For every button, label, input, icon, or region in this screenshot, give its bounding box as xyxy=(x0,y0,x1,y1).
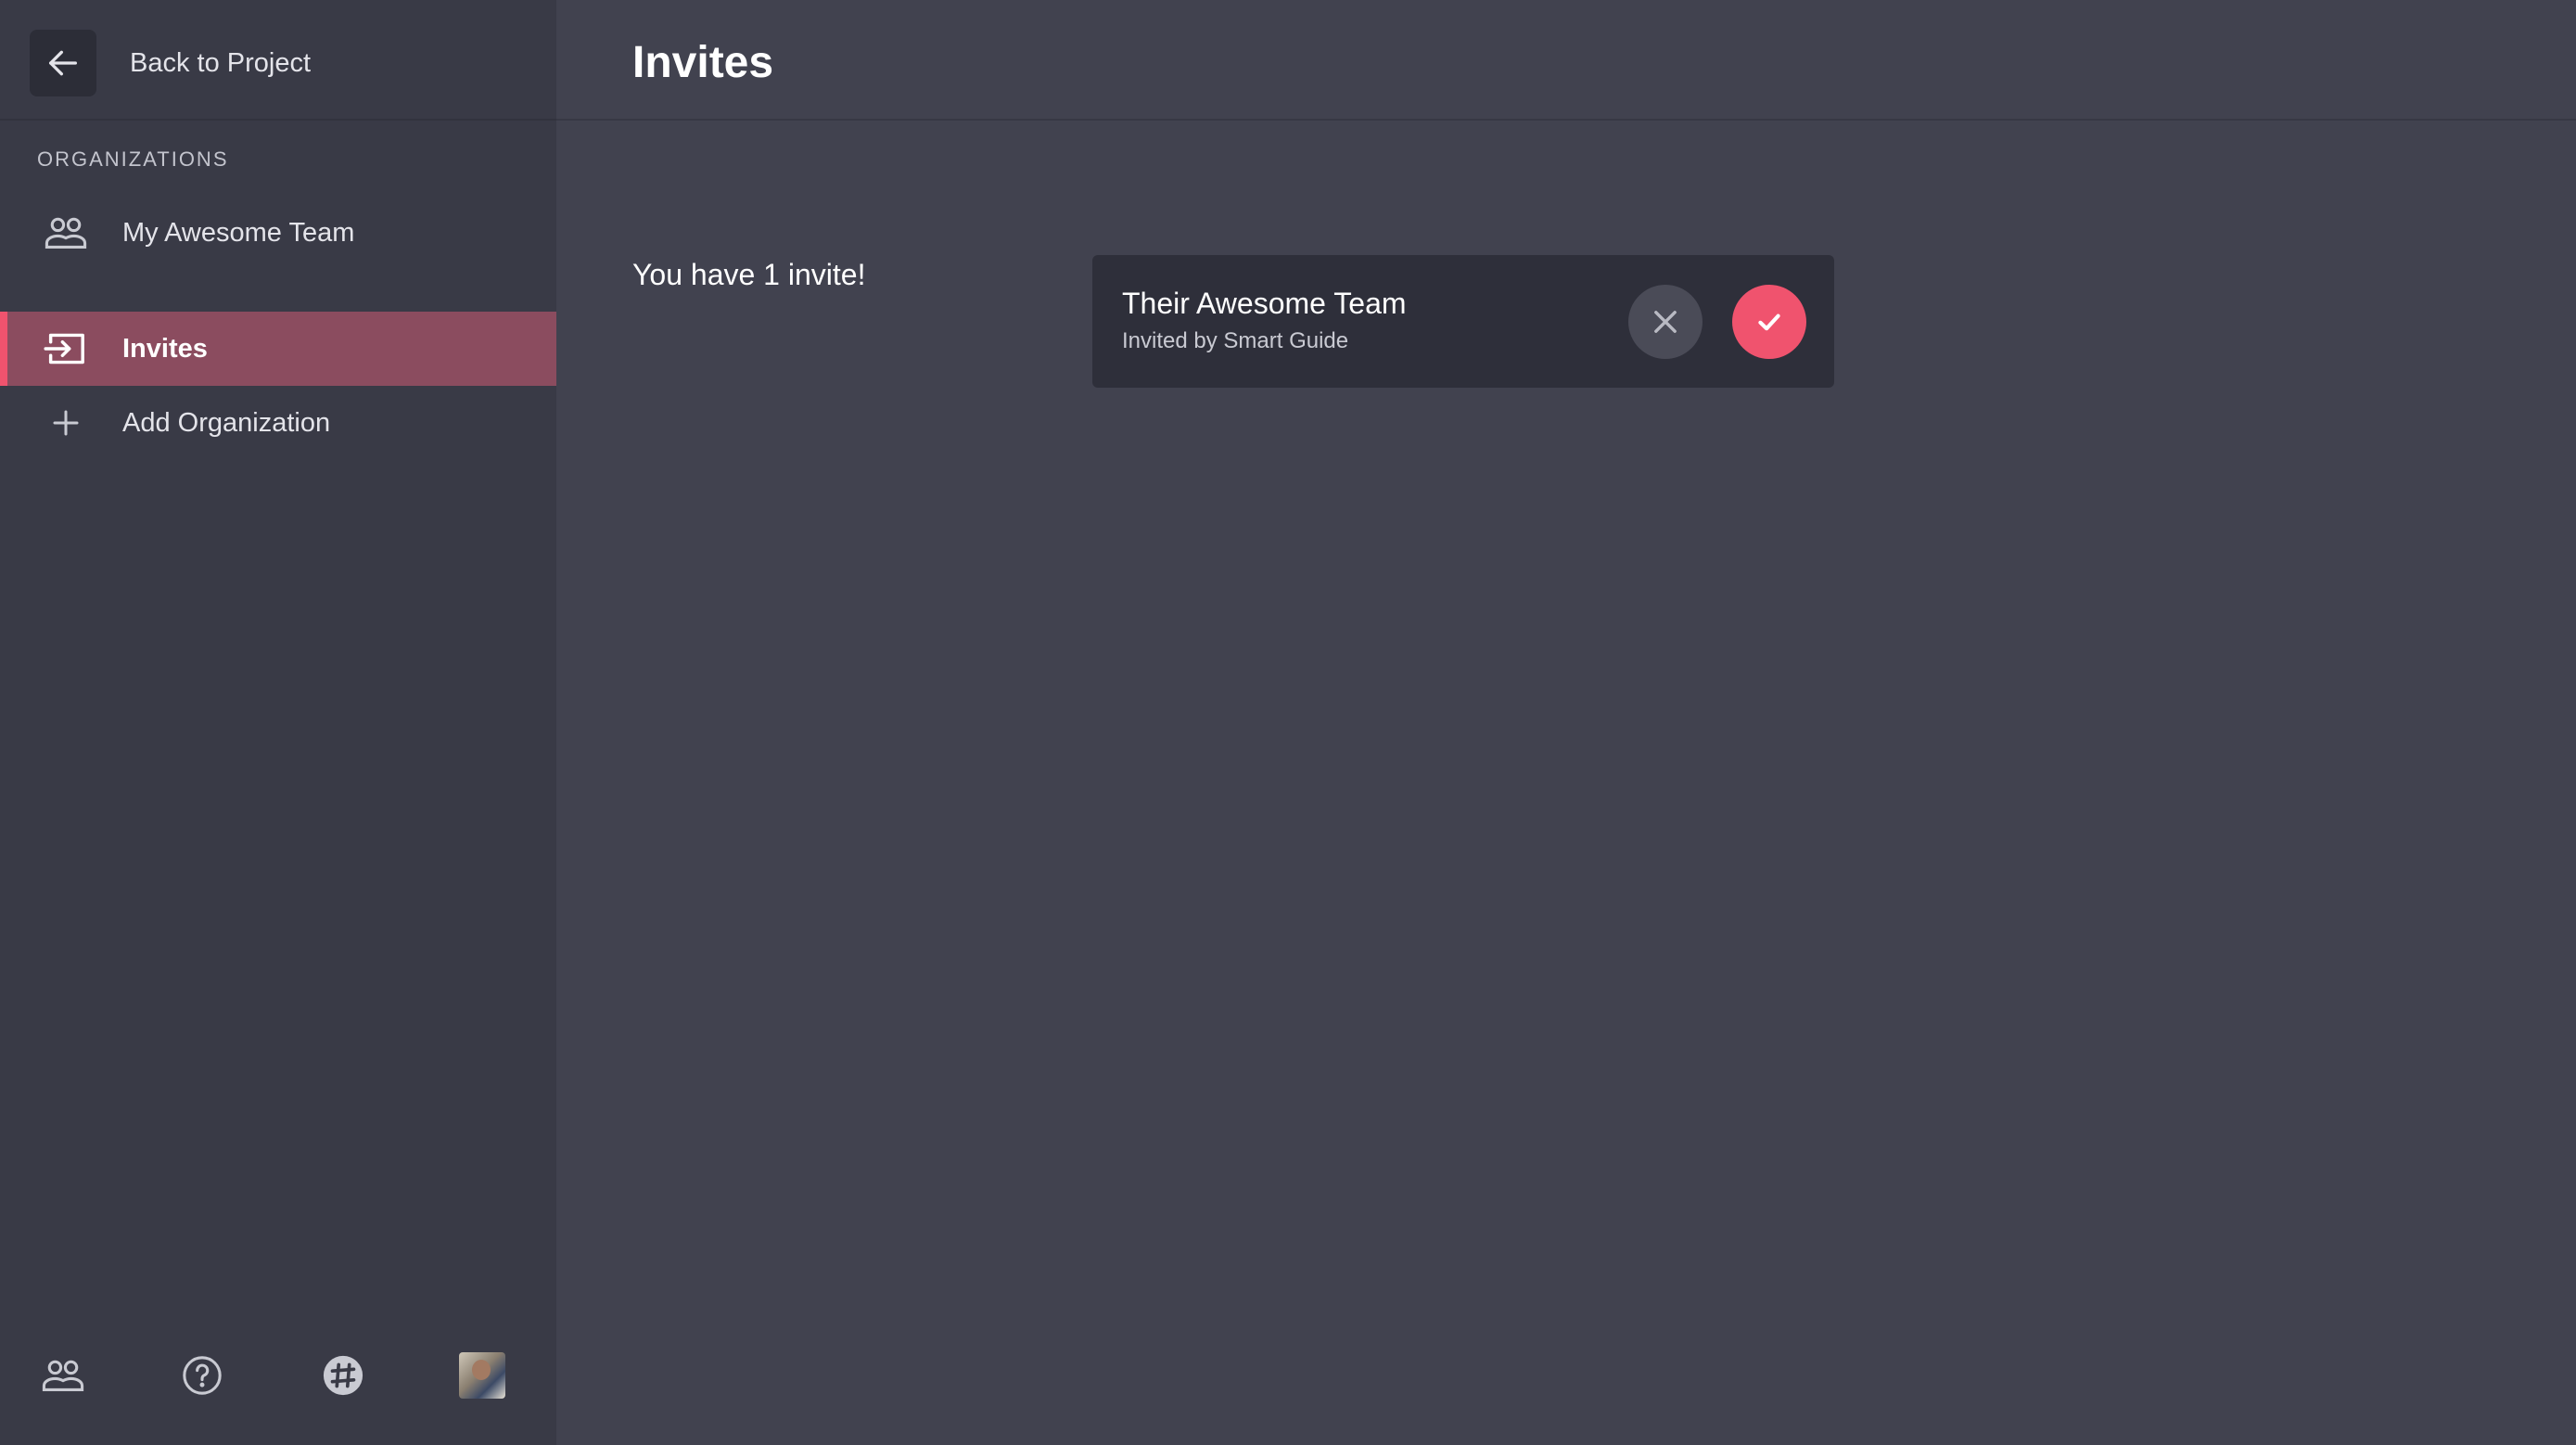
team-icon xyxy=(43,210,89,256)
arrow-left-icon xyxy=(49,50,78,76)
team-icon xyxy=(42,1360,84,1391)
accept-invite-button[interactable] xyxy=(1732,285,1806,359)
invite-team-name: Their Awesome Team xyxy=(1122,287,1407,320)
invite-card: Their Awesome Team Invited by Smart Guid… xyxy=(1092,255,1834,388)
invite-icon xyxy=(43,326,89,372)
organizations-section-title: ORGANIZATIONS xyxy=(37,147,229,171)
close-icon xyxy=(1654,311,1677,333)
avatar xyxy=(459,1352,505,1399)
invite-count-text: You have 1 invite! xyxy=(632,258,866,291)
main-content: Invites You have 1 invite! Their Awesome… xyxy=(556,0,2576,1445)
user-avatar-button[interactable] xyxy=(456,1349,508,1401)
sidebar-item-add-organization[interactable]: Add Organization xyxy=(0,386,556,460)
plus-icon xyxy=(43,400,89,446)
sidebar-item-label: Invites xyxy=(122,334,208,364)
app-window: Back to Project ORGANIZATIONS My Awesome… xyxy=(0,0,2576,1445)
slack-button[interactable] xyxy=(317,1349,369,1401)
team-footer-button[interactable] xyxy=(37,1349,89,1401)
sidebar: Back to Project ORGANIZATIONS My Awesome… xyxy=(0,0,556,1445)
back-button[interactable] xyxy=(30,30,96,96)
sidebar-footer xyxy=(0,1349,556,1405)
help-icon xyxy=(183,1356,222,1395)
page-title: Invites xyxy=(632,38,774,87)
checkmark-icon xyxy=(1758,313,1780,331)
sidebar-item-label: My Awesome Team xyxy=(122,218,355,248)
sidebar-item-invites[interactable]: Invites xyxy=(0,312,556,386)
help-button[interactable] xyxy=(176,1349,228,1401)
sidebar-item-my-awesome-team[interactable]: My Awesome Team xyxy=(0,196,556,270)
sidebar-header: Back to Project xyxy=(0,0,556,121)
sidebar-item-label: Add Organization xyxy=(122,408,331,438)
main-header: Invites xyxy=(556,0,2576,121)
decline-invite-button[interactable] xyxy=(1628,285,1702,359)
slack-icon xyxy=(323,1355,363,1396)
invite-inviter: Invited by Smart Guide xyxy=(1122,328,1349,353)
back-to-project-link[interactable]: Back to Project xyxy=(130,45,311,82)
